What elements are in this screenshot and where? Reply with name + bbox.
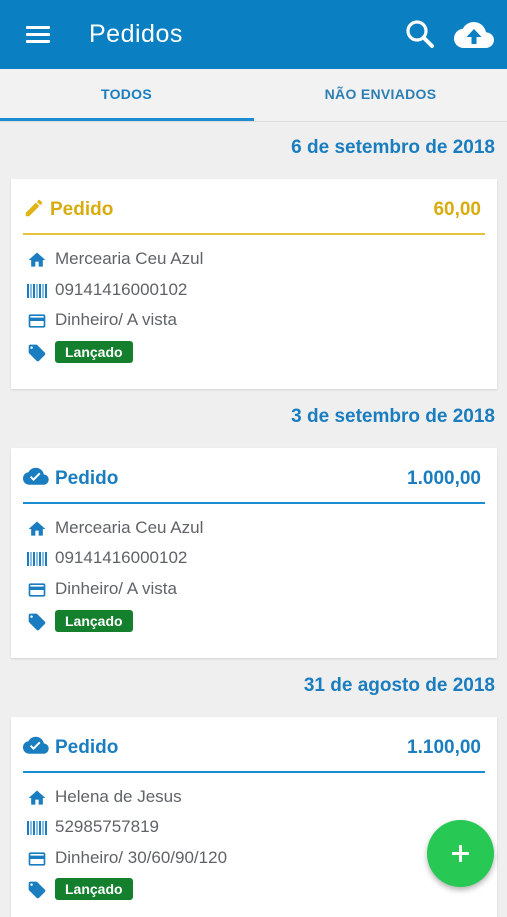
- credit-card-icon: [27, 580, 47, 600]
- payment-method: Dinheiro/ A vista: [55, 579, 177, 598]
- search-icon[interactable]: [404, 18, 436, 50]
- app-bar: Pedidos: [0, 0, 507, 69]
- tab-todos[interactable]: TODOS: [0, 69, 254, 121]
- order-header: Pedido 1.100,00: [23, 735, 485, 773]
- order-header: Pedido 60,00: [23, 197, 485, 235]
- customer-name: Helena de Jesus: [55, 787, 182, 806]
- status-badge: Lançado: [55, 341, 133, 363]
- tab-selected-indicator: [0, 118, 254, 121]
- tag-icon: [27, 880, 47, 900]
- cloud-check-icon: [23, 466, 49, 490]
- order-label: Pedido: [55, 468, 119, 489]
- order-card[interactable]: Pedido 60,00 Mercearia Ceu Azul 09141416…: [11, 179, 497, 389]
- date-header: 31 de agosto de 2018: [303, 675, 495, 696]
- order-total: 60,00: [433, 199, 481, 220]
- status-badge: Lançado: [55, 878, 133, 900]
- customer-document: 09141416000102: [55, 280, 188, 299]
- order-card[interactable]: Pedido 1.100,00 Helena de Jesus 52985757…: [11, 717, 497, 917]
- payment-method: Dinheiro/ 30/60/90/120: [55, 848, 228, 867]
- order-label: Pedido: [55, 737, 119, 758]
- tab-nao-enviados[interactable]: NÃO ENVIADOS: [254, 69, 507, 121]
- date-header: 3 de setembro de 2018: [291, 406, 495, 427]
- tag-icon: [27, 612, 47, 632]
- order-card[interactable]: Pedido 1.000,00 Mercearia Ceu Azul 09141…: [11, 448, 497, 658]
- add-order-button[interactable]: [427, 820, 494, 887]
- home-icon: [27, 519, 47, 539]
- tag-icon: [27, 343, 47, 363]
- home-icon: [27, 788, 47, 808]
- credit-card-icon: [27, 311, 47, 331]
- customer-document: 52985757819: [55, 817, 160, 836]
- divider: [23, 233, 485, 235]
- barcode-icon: [27, 549, 47, 569]
- pencil-icon: [23, 197, 47, 221]
- page-title: Pedidos: [89, 20, 183, 48]
- date-header: 6 de setembro de 2018: [291, 137, 495, 158]
- menu-icon[interactable]: [26, 24, 54, 46]
- order-label: Pedido: [50, 199, 114, 220]
- tab-label: TODOS: [100, 86, 153, 102]
- home-icon: [27, 250, 47, 270]
- customer-name: Mercearia Ceu Azul: [55, 249, 204, 268]
- payment-method: Dinheiro/ A vista: [55, 310, 177, 329]
- customer-name: Mercearia Ceu Azul: [55, 518, 204, 537]
- cloud-check-icon: [23, 735, 49, 759]
- divider: [23, 502, 485, 504]
- order-total: 1.100,00: [407, 737, 481, 758]
- status-badge: Lançado: [55, 610, 133, 632]
- barcode-icon: [27, 818, 47, 838]
- credit-card-icon: [27, 849, 47, 869]
- divider: [23, 771, 485, 773]
- customer-document: 09141416000102: [55, 548, 188, 567]
- cloud-upload-icon[interactable]: [454, 18, 494, 52]
- tab-bar: TODOS NÃO ENVIADOS: [0, 69, 507, 122]
- tab-label: NÃO ENVIADOS: [324, 86, 437, 102]
- barcode-icon: [27, 281, 47, 301]
- order-header: Pedido 1.000,00: [23, 466, 485, 504]
- order-total: 1.000,00: [407, 468, 481, 489]
